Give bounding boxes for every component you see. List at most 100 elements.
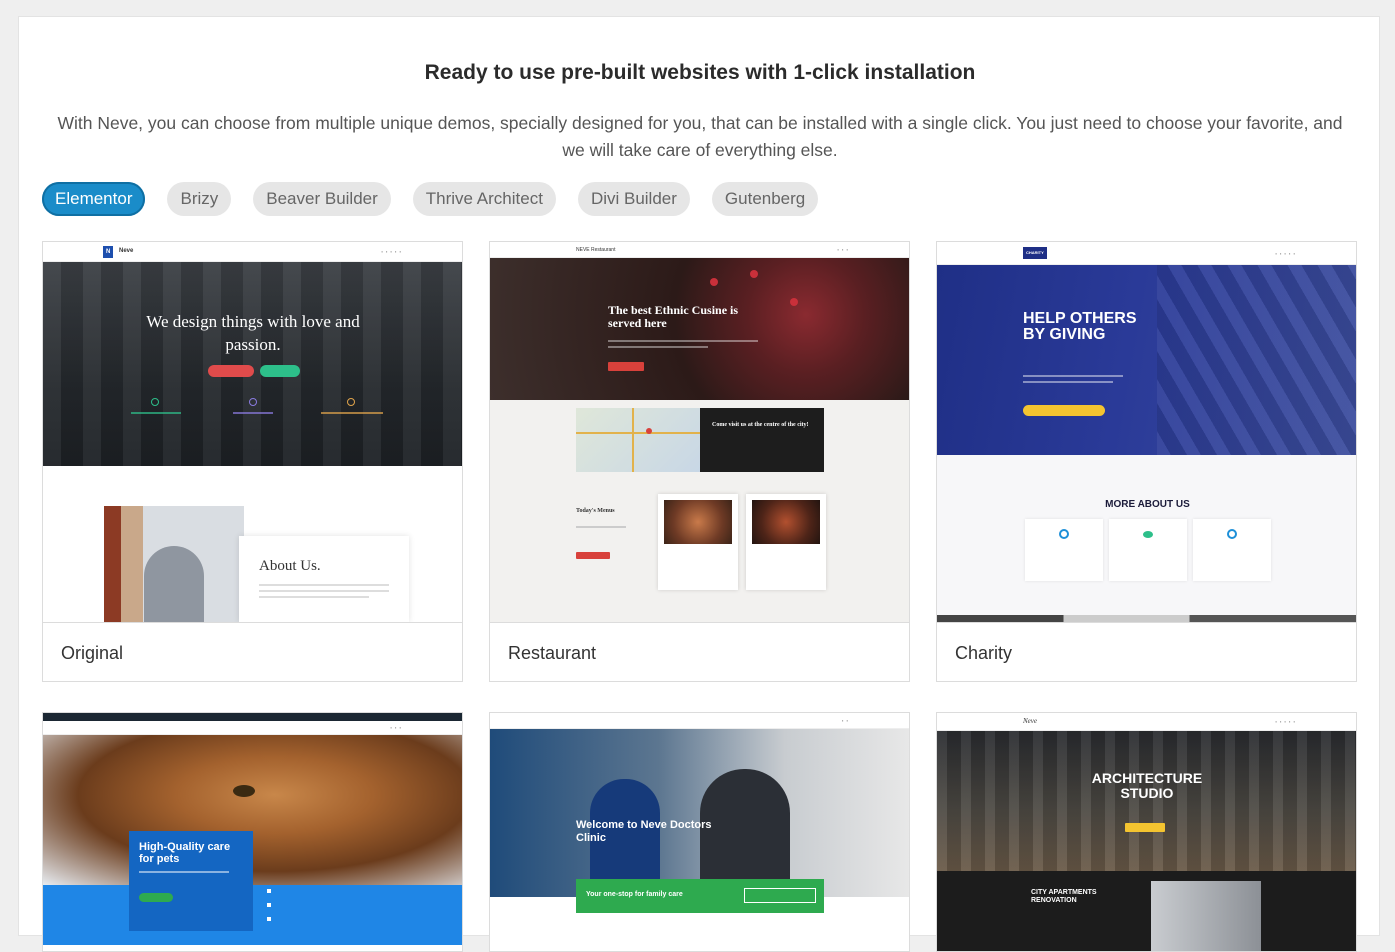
demo-card-doctors[interactable]: ▪ ▪ Welcome to Neve Doctors Clinic Your … [489,712,910,952]
demo-card-label: Restaurant [490,622,909,681]
preview-dome-shape [144,546,204,622]
demo-preview-pets: ▪ ▪ ▪ High-Quality care for pets [43,713,462,951]
demo-card-charity[interactable]: CHARITY ▪ ▪ ▪ ▪ ▪ HELP OTHERS BY GIVING … [936,241,1357,682]
preview-about-line-3 [259,596,369,598]
preview-info-box-1 [1025,519,1103,581]
preview-body: MORE ABOUT US [937,455,1356,622]
demo-preview-original: N Neve ▪ ▪ ▪ ▪ ▪ We design things with l… [43,242,462,622]
preview-appointment-button [744,888,816,903]
preview-nav: ▪ ▪ ▪ [43,721,462,735]
preview-hero-line-1 [1023,375,1123,377]
demo-panel: Ready to use pre-built websites with 1-c… [18,16,1380,952]
preview-hero: HELP OTHERS BY GIVING [937,265,1356,455]
section-description: With Neve, you can choose from multiple … [57,113,1343,160]
berry-decoration-1 [710,278,718,286]
feature-icon-1 [151,398,159,406]
preview-hero-texture [937,731,1356,871]
dog-eye-shape [233,785,255,797]
preview-dish-card-1 [658,494,738,590]
preview-visit-text: Come visit us at the centre of the city! [712,422,809,428]
preview-red-button [208,365,254,377]
preview-nav-links: ▪ ▪ ▪ ▪ ▪ [1275,719,1296,724]
demo-card-original[interactable]: N Neve ▪ ▪ ▪ ▪ ▪ We design things with l… [42,241,463,682]
filter-elementor[interactable]: Elementor [42,182,146,216]
preview-sub-text: CITY APARTMENTS RENOVATION [1031,889,1097,904]
preview-hero-line [139,871,229,873]
preview-topbar [43,713,462,721]
preview-hero-line-1 [608,340,758,342]
preview-hero: The best Ethnic Cusine is served here [490,258,909,400]
preview-about-title: About Us. [259,558,321,574]
check-icon-1 [267,889,271,893]
filter-gutenberg[interactable]: Gutenberg [711,182,819,216]
preview-visit-box: Come visit us at the centre of the city! [700,408,824,472]
preview-map [576,408,700,472]
preview-brand: Neve [1023,717,1037,725]
preview-menus-line [576,526,626,528]
preview-about-line-1 [259,584,389,586]
preview-hero-photo: ARCHITECTURE STUDIO [937,731,1356,871]
preview-yellow-button [1125,823,1165,832]
preview-about-box: About Us. [239,536,409,622]
filter-beaver-builder[interactable]: Beaver Builder [253,182,391,216]
preview-hero-box: High-Quality care for pets [129,831,253,931]
preview-nav-links: ▪ ▪ [842,718,849,723]
preview-nav-links: ▪ ▪ ▪ [390,725,402,730]
filter-divi-builder[interactable]: Divi Builder [577,182,690,216]
dish-image-1 [664,500,732,544]
preview-brand: NEVE Restaurant [576,247,616,253]
preview-hero-texture [43,262,462,466]
preview-about-line-2 [259,590,389,592]
preview-menus-button [576,552,610,559]
map-road-1 [576,432,700,434]
demo-card-label: Charity [937,622,1356,681]
preview-hero-line-2 [608,346,708,348]
preview-hero-line-2 [1023,381,1113,383]
demo-card-architecture[interactable]: Neve ▪ ▪ ▪ ▪ ▪ ARCHITECTURE STUDIO CITY … [936,712,1357,952]
map-road-2 [632,408,634,472]
globe-icon [1059,529,1069,539]
preview-yellow-button [1023,405,1105,416]
demo-card-pets[interactable]: ▪ ▪ ▪ High-Quality care for pets [42,712,463,952]
preview-nav: CHARITY ▪ ▪ ▪ ▪ ▪ [937,242,1356,265]
preview-hero-photo [1157,265,1356,455]
preview-hero-text: Welcome to Neve Doctors Clinic [576,819,712,844]
preview-nav-links: ▪ ▪ ▪ ▪ ▪ [381,249,402,254]
filter-brizy[interactable]: Brizy [167,182,232,216]
preview-more-title: MORE ABOUT US [1105,499,1190,510]
preview-footer-strip [937,615,1356,622]
preview-hero-text: We design things with love and passion. [146,312,360,354]
preview-hero: We design things with love and passion. [43,262,462,466]
feature-text-1 [131,412,181,414]
preview-info-box-2 [1109,519,1187,581]
check-icon-3 [267,917,271,921]
preview-nav: NEVE Restaurant ▪ ▪ ▪ [490,242,909,258]
feature-icon-2 [249,398,257,406]
map-pin-icon [646,428,652,434]
feature-text-2 [233,412,273,414]
demo-card-label: Original [43,622,462,681]
preview-nav-links: ▪ ▪ ▪ [837,247,849,252]
feature-icon-3 [347,398,355,406]
preview-nav: ▪ ▪ [490,713,909,729]
feature-text-3 [321,412,383,414]
preview-red-button [608,362,644,371]
builder-filter-tabs: Elementor Brizy Beaver Builder Thrive Ar… [42,182,819,216]
preview-hero-text: ARCHITECTURE STUDIO [1091,770,1203,801]
demo-preview-doctors: ▪ ▪ Welcome to Neve Doctors Clinic Your … [490,713,909,951]
preview-menus-title: Today's Menus [576,508,615,514]
lifebuoy-icon [1227,529,1237,539]
preview-dark-section: CITY APARTMENTS RENOVATION [937,871,1356,951]
preview-banner-text: Your one-stop for family care [586,891,683,898]
filter-thrive-architect[interactable]: Thrive Architect [412,182,556,216]
preview-hero-text: HELP OTHERS BY GIVING [1023,310,1137,343]
demo-card-restaurant[interactable]: NEVE Restaurant ▪ ▪ ▪ The best Ethnic Cu… [489,241,910,682]
neve-logo-icon: N [103,246,114,258]
preview-nav: Neve ▪ ▪ ▪ ▪ ▪ [937,713,1356,731]
preview-green-button [260,365,300,377]
berry-decoration-3 [790,298,798,306]
demo-preview-restaurant: NEVE Restaurant ▪ ▪ ▪ The best Ethnic Cu… [490,242,909,622]
preview-hero-text: The best Ethnic Cusine is served here [608,303,739,330]
preview-hero-photo: Welcome to Neve Doctors Clinic [490,729,909,897]
check-icon-2 [267,903,271,907]
